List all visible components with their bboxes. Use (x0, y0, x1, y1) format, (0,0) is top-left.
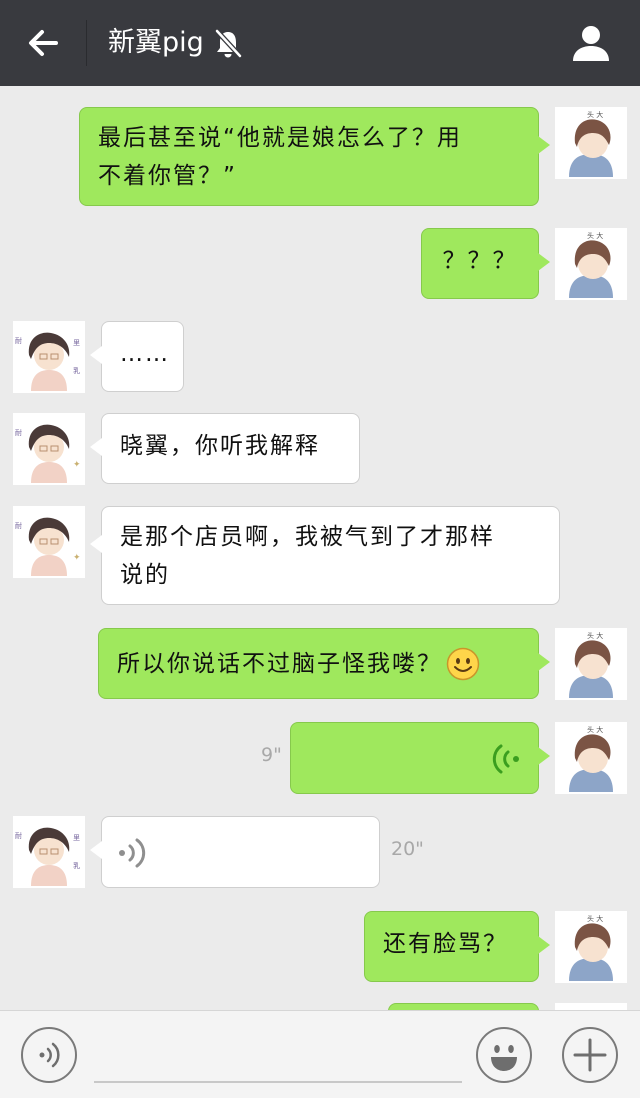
input-bar (0, 1010, 640, 1098)
person-icon (573, 26, 609, 61)
message-text: 还有脸骂？ (383, 931, 508, 957)
contact-avatar[interactable]: 耐 ✦ (13, 413, 85, 485)
contact-avatar[interactable]: 耐 ✦ (13, 506, 85, 578)
message-bubble-outgoing[interactable]: ？？？ (421, 228, 550, 299)
voice-wave-icon (119, 838, 146, 868)
message-bubble-outgoing[interactable]: 还有脸骂？ (364, 911, 550, 982)
message-text-line: 不着你管？” (98, 163, 237, 189)
plus-icon (573, 1038, 607, 1072)
svg-text:耐: 耐 (15, 521, 22, 530)
contact-avatar[interactable]: 耐 里 乳 (13, 816, 85, 888)
voice-message-incoming[interactable] (90, 816, 380, 888)
voice-input-icon (39, 1042, 60, 1068)
svg-text:里: 里 (73, 834, 80, 842)
my-avatar[interactable]: 头 大 (555, 722, 627, 794)
voice-duration: 9" (261, 744, 282, 766)
message-text: ？？？ (442, 248, 518, 274)
my-avatar[interactable]: 头 大 (555, 628, 627, 700)
svg-text:头 大: 头 大 (587, 231, 603, 240)
smiley-emoji-icon (446, 647, 480, 680)
my-avatar[interactable]: 头 大 (555, 228, 627, 300)
emoji-face-icon (491, 1045, 517, 1071)
svg-text:头 大: 头 大 (587, 631, 603, 640)
chat-header: 新翼pig (0, 0, 640, 86)
profile-button[interactable] (570, 22, 612, 64)
my-avatar[interactable]: 头 大 (555, 911, 627, 983)
svg-text:耐: 耐 (15, 336, 22, 345)
message-text: 所以你说话不过脑子怪我喽？ (117, 650, 442, 677)
voice-input-button[interactable] (21, 1027, 77, 1083)
svg-text:头 大: 头 大 (587, 725, 603, 734)
svg-text:里: 里 (73, 339, 80, 347)
svg-text:乳: 乳 (73, 366, 80, 375)
my-avatar[interactable]: 头 大 (555, 107, 627, 179)
message-bubble-incoming[interactable]: 晓翼，你听我解释 (90, 413, 360, 484)
svg-text:头 大: 头 大 (587, 110, 603, 119)
contact-avatar[interactable]: 耐 里 乳 (13, 321, 85, 393)
message-input[interactable] (94, 1081, 462, 1083)
svg-text:耐: 耐 (15, 831, 22, 840)
bell-muted-icon (212, 27, 244, 59)
chat-title: 新翼pig (108, 27, 204, 58)
message-bubble-outgoing[interactable]: 所以你说话不过脑子怪我喽？ (98, 628, 550, 699)
message-bubble-outgoing[interactable]: 最后甚至说“他就是娘怎么了？用 不着你管？” (79, 107, 550, 206)
message-text: 晓翼，你听我解释 (120, 433, 320, 459)
svg-text:✦: ✦ (73, 553, 81, 563)
message-text-line: 是那个店员啊，我被气到了才那样 (120, 524, 495, 550)
message-text-line: 说的 (120, 562, 170, 588)
message-text-line: 最后甚至说“他就是娘怎么了？用 (98, 125, 462, 151)
voice-message-outgoing[interactable] (290, 722, 550, 794)
message-bubble-incoming[interactable]: 是那个店员啊，我被气到了才那样 说的 (90, 506, 560, 605)
arrow-left-icon (29, 30, 58, 56)
back-button[interactable] (22, 22, 64, 64)
header-divider (86, 20, 87, 66)
svg-text:头 大: 头 大 (587, 914, 603, 923)
message-text: …… (120, 341, 170, 367)
voice-wave-icon (492, 744, 519, 774)
emoji-button[interactable] (476, 1027, 532, 1083)
svg-text:乳: 乳 (73, 861, 80, 870)
voice-duration: 20" (391, 838, 424, 860)
more-options-button[interactable] (562, 1027, 618, 1083)
message-bubble-incoming[interactable]: …… (90, 321, 184, 392)
svg-text:耐: 耐 (15, 428, 22, 437)
svg-text:✦: ✦ (73, 460, 81, 470)
